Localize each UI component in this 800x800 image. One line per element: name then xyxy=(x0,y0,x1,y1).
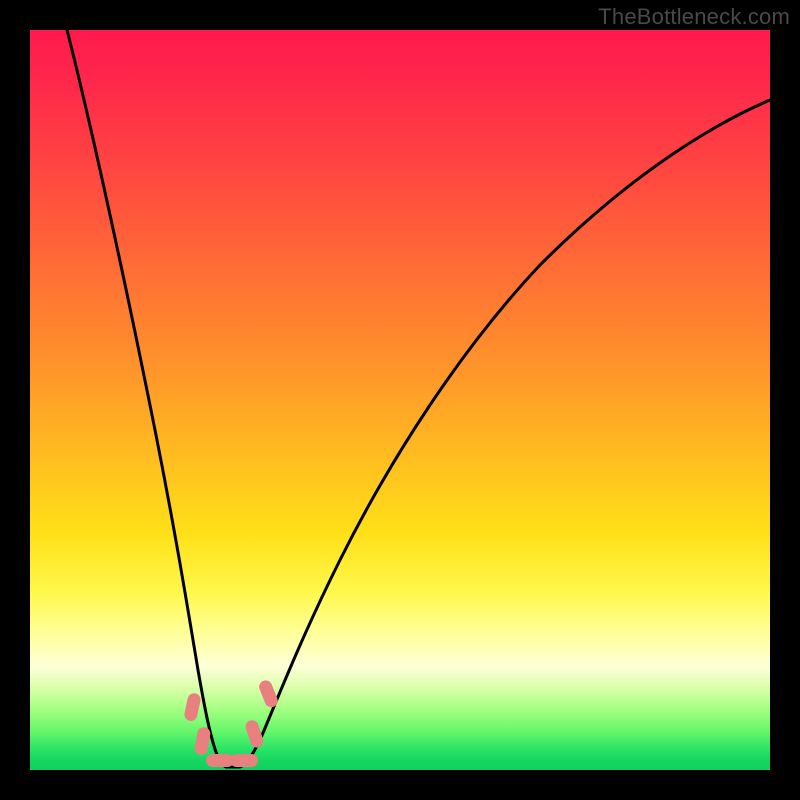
marker-4 xyxy=(230,754,258,767)
marker-1 xyxy=(183,692,202,722)
marker-2 xyxy=(194,726,212,756)
plot-area xyxy=(30,30,770,770)
marker-3 xyxy=(206,754,234,767)
chart-frame: TheBottleneck.com xyxy=(0,0,800,800)
bottleneck-curve xyxy=(67,30,770,767)
curve-markers xyxy=(183,678,280,767)
watermark-text: TheBottleneck.com xyxy=(598,4,790,30)
bottleneck-curve-svg xyxy=(30,30,770,770)
marker-6 xyxy=(257,678,280,709)
